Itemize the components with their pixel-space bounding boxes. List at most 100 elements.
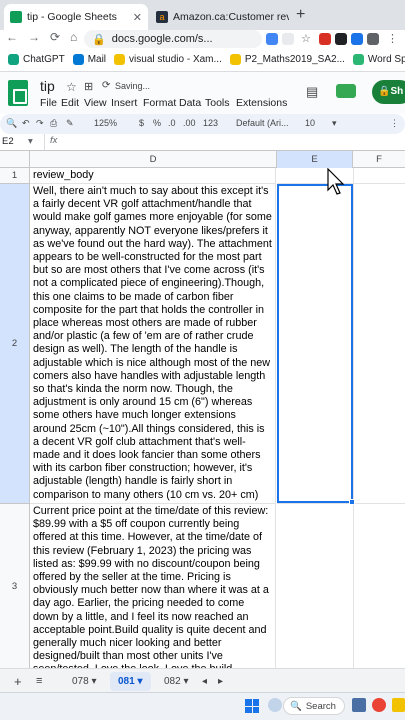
taskbar-search[interactable]: 🔍 Search xyxy=(283,697,345,715)
zoom-select[interactable]: 125% xyxy=(94,118,117,128)
sheet-tab-label: 078 xyxy=(72,676,89,687)
gridline xyxy=(277,503,405,504)
browser-menu-icon[interactable]: ⋮ xyxy=(387,33,399,45)
column-header-d[interactable]: D xyxy=(30,151,277,168)
menu-data[interactable]: Data xyxy=(179,97,201,109)
sheet-tab-082[interactable]: 082 ▾ xyxy=(156,672,197,691)
share-button[interactable]: 🔒Sh xyxy=(372,80,405,104)
menu-file[interactable]: File xyxy=(40,97,57,109)
bookmarks-bar: ChatGPT Mail visual studio - Xam... P2_M… xyxy=(0,48,405,72)
increase-decimal-button[interactable]: .00 xyxy=(183,118,196,128)
widgets-icon[interactable] xyxy=(268,698,282,712)
column-header-e[interactable]: E xyxy=(277,151,353,168)
address-bar[interactable]: 🔒 docs.google.com/s... xyxy=(84,30,262,48)
task-view-icon[interactable] xyxy=(352,698,366,712)
file-explorer-icon[interactable] xyxy=(392,698,405,712)
document-title[interactable]: tip xyxy=(40,78,55,94)
column-header-f[interactable]: F xyxy=(353,151,405,168)
browser-tab-strip: tip - Google Sheets ✕ a Amazon.ca:Custom… xyxy=(0,0,405,30)
bookmark-word-spinner[interactable]: Word Spinner: The... xyxy=(352,54,405,65)
decrease-decimal-button[interactable]: .0 xyxy=(168,118,176,128)
search-menus-icon[interactable]: 🔍 xyxy=(6,118,17,129)
folder-icon xyxy=(114,54,126,65)
number-format-select[interactable]: 123 xyxy=(203,118,218,128)
browser-tab-amazon[interactable]: a Amazon.ca:Customer review xyxy=(150,4,295,30)
all-sheets-icon[interactable]: ≡ xyxy=(28,672,50,691)
google-icon[interactable] xyxy=(266,33,278,45)
sheet-tab-label: 082 xyxy=(164,676,181,687)
lock-icon: 🔒 xyxy=(378,86,391,97)
bookmark-label: P2_Maths2019_SA2... xyxy=(244,54,345,65)
browser-tab-sheets[interactable]: tip - Google Sheets ✕ xyxy=(4,4,148,30)
redo-icon[interactable]: ↷ xyxy=(36,118,44,129)
sheet-tabs-bar: + ≡ 078 ▾ 081 ▾ 082 ▾ ◂ ▸ xyxy=(0,668,405,692)
font-size-dropdown-icon[interactable]: ▾ xyxy=(332,118,337,129)
taskbar-search-label: Search xyxy=(305,700,336,712)
windows-start-icon[interactable] xyxy=(245,699,259,713)
bookmark-visual-studio[interactable]: visual studio - Xam... xyxy=(114,54,222,65)
back-arrow-icon[interactable]: ← xyxy=(6,30,18,44)
extension-blue-icon[interactable] xyxy=(351,33,363,45)
bookmark-chatgpt[interactable]: ChatGPT xyxy=(8,54,65,65)
reload-icon[interactable]: ⟳ xyxy=(50,30,60,44)
select-all-corner[interactable] xyxy=(0,151,30,168)
column-headers: D E F xyxy=(0,151,405,168)
close-tab-icon[interactable]: ✕ xyxy=(133,11,142,24)
row-header-2[interactable]: 2 xyxy=(0,184,30,504)
saving-status: Saving... xyxy=(115,81,151,91)
home-icon[interactable]: ⌂ xyxy=(70,30,77,44)
bookmark-label: Mail xyxy=(87,54,107,65)
add-sheet-icon[interactable]: + xyxy=(6,672,30,691)
more-options-icon[interactable]: ⋮ xyxy=(390,118,399,129)
bookmark-mail[interactable]: Mail xyxy=(72,54,107,65)
star-icon[interactable]: ☆ xyxy=(301,33,313,45)
extension-dark-icon[interactable] xyxy=(335,33,347,45)
comments-icon[interactable]: ▤ xyxy=(306,84,318,100)
share-icon[interactable] xyxy=(282,33,294,45)
cell-d3[interactable]: Current price point at the time/date of … xyxy=(30,504,276,668)
mouse-cursor-icon xyxy=(327,168,345,195)
font-size-select[interactable]: 10 xyxy=(305,118,315,128)
star-document-icon[interactable]: ☆ xyxy=(66,80,77,94)
outlook-icon xyxy=(72,54,84,65)
undo-icon[interactable]: ↶ xyxy=(22,118,30,129)
bookmark-p2-maths[interactable]: P2_Maths2019_SA2... xyxy=(229,54,345,65)
formatting-toolbar: 🔍 ↶ ↷ ⎙ ✎ 125% $ % .0 .00 123 Default (A… xyxy=(0,114,405,134)
row-header-1[interactable]: 1 xyxy=(0,168,30,184)
bookmark-label: visual studio - Xam... xyxy=(129,54,222,65)
menu-insert[interactable]: Insert xyxy=(111,97,137,109)
sync-icon: ⟳ xyxy=(102,80,111,91)
menu-extensions[interactable]: Extensions xyxy=(236,97,287,109)
menu-edit[interactable]: Edit xyxy=(61,97,79,109)
extension-red-icon[interactable] xyxy=(319,33,331,45)
fill-handle[interactable] xyxy=(349,499,355,505)
cell-d2[interactable]: Well, there ain't much to say about this… xyxy=(30,184,276,504)
cell-d1[interactable]: review_body xyxy=(30,168,276,184)
selected-cell-e2[interactable] xyxy=(277,184,353,503)
font-select[interactable]: Default (Ari... xyxy=(236,118,289,128)
chrome-taskbar-icon[interactable] xyxy=(372,698,386,712)
row-header-3[interactable]: 3 xyxy=(0,504,30,668)
print-icon[interactable]: ⎙ xyxy=(50,118,57,129)
sheet-tab-081[interactable]: 081 ▾ xyxy=(110,672,151,691)
formula-input[interactable] xyxy=(66,134,405,150)
sheets-logo-icon[interactable] xyxy=(8,80,28,106)
menu-tools[interactable]: Tools xyxy=(205,97,230,109)
bookmark-label: Word Spinner: The... xyxy=(367,54,405,65)
new-tab-button[interactable]: + xyxy=(296,6,305,24)
menu-view[interactable]: View xyxy=(84,97,107,109)
move-folder-icon[interactable]: ⊞ xyxy=(84,80,93,93)
sheet-tab-078[interactable]: 078 ▾ xyxy=(64,672,105,691)
extensions-puzzle-icon[interactable] xyxy=(367,33,379,45)
formula-bar: E2 ▾ fx xyxy=(0,134,405,151)
name-box-dropdown-icon[interactable]: ▾ xyxy=(28,136,33,147)
meet-icon[interactable] xyxy=(336,84,356,98)
currency-format-button[interactable]: $ xyxy=(139,118,144,128)
name-box[interactable]: E2 xyxy=(2,136,14,147)
menu-format[interactable]: Format xyxy=(143,97,176,109)
paint-format-icon[interactable]: ✎ xyxy=(66,118,74,129)
scroll-right-icon[interactable]: ▸ xyxy=(210,672,231,691)
percent-format-button[interactable]: % xyxy=(153,118,161,128)
forward-arrow-icon[interactable]: → xyxy=(28,30,40,44)
url-text: docs.google.com/s... xyxy=(111,33,213,45)
